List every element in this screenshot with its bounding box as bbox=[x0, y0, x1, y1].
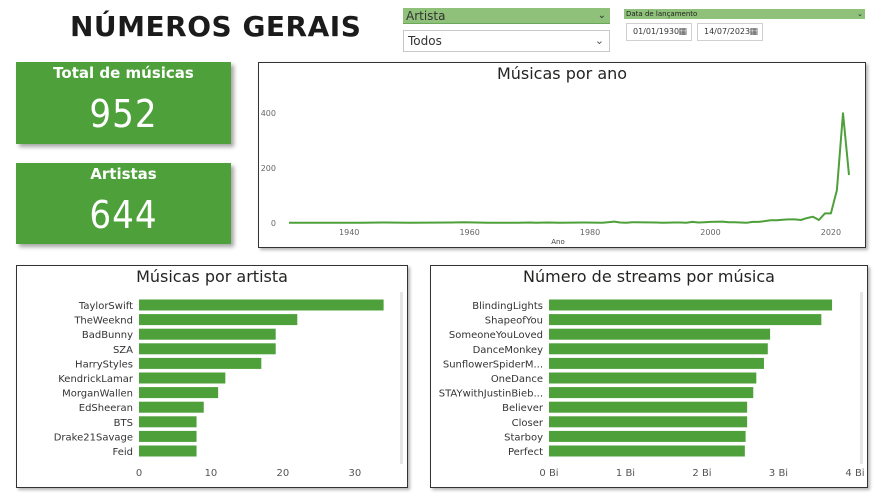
total-songs-card: Total de músicas 952 bbox=[16, 62, 231, 144]
category-label: SZA bbox=[113, 345, 133, 356]
category-label: Starboy bbox=[504, 432, 543, 443]
date-start-input[interactable]: 01/01/1930 ▦ bbox=[626, 23, 692, 41]
x-tick-label: 1 Bi bbox=[616, 468, 635, 479]
bar bbox=[139, 328, 276, 340]
bar bbox=[549, 328, 771, 340]
date-slicer-header[interactable]: Data de lançamento ⌄ bbox=[624, 9, 865, 19]
category-label: OneDance bbox=[491, 374, 543, 385]
category-label: TaylorSwift bbox=[78, 301, 133, 312]
x-tick-label: 1960 bbox=[459, 228, 479, 237]
artists-card: Artistas 644 bbox=[16, 163, 231, 244]
scrollbar bbox=[860, 292, 863, 464]
category-label: HarryStyles bbox=[75, 359, 133, 370]
songs-per-artist-panel: Músicas por artista TaylorSwift TheWeeknd… bbox=[16, 265, 408, 488]
bar bbox=[549, 401, 748, 413]
category-label: ShapeofYou bbox=[485, 316, 543, 327]
streams-per-song-chart: BlindingLights ShapeofYou SomeoneYouLoved D… bbox=[439, 292, 865, 479]
x-tick-label: 10 bbox=[205, 468, 218, 479]
x-tick-label: 0 Bi bbox=[539, 468, 558, 479]
bar bbox=[139, 430, 197, 442]
bar bbox=[549, 387, 754, 399]
y-tick-label: 200 bbox=[261, 164, 276, 173]
x-tick-label: 20 bbox=[277, 468, 290, 479]
songs-per-year-panel: Músicas por ano 0 200 400 1940 1960 1980 2000 2… bbox=[258, 62, 866, 248]
chevron-down-icon[interactable]: ⌄ bbox=[857, 9, 863, 19]
artists-value: 644 bbox=[89, 193, 158, 237]
category-label: TheWeeknd bbox=[73, 316, 133, 327]
category-label: BadBunny bbox=[82, 330, 133, 341]
bar bbox=[139, 416, 197, 428]
date-end-value: 14/07/2023 bbox=[704, 27, 751, 36]
artist-dropdown[interactable]: Todos ⌄ bbox=[403, 30, 610, 52]
bar bbox=[549, 299, 833, 311]
bar bbox=[139, 314, 298, 326]
category-label: EdSheeran bbox=[79, 403, 133, 414]
category-label: Believer bbox=[502, 403, 544, 414]
calendar-icon[interactable]: ▦ bbox=[749, 24, 758, 40]
bar bbox=[139, 299, 384, 311]
category-label: MorganWallen bbox=[62, 389, 133, 400]
songs-per-year-chart: 0 200 400 1940 1960 1980 2000 2020 Ano bbox=[261, 109, 850, 246]
x-tick-label: 2020 bbox=[821, 228, 841, 237]
bar bbox=[139, 445, 197, 457]
total-songs-value: 952 bbox=[89, 92, 158, 136]
category-label: STAYwithJustinBieb... bbox=[439, 389, 543, 400]
chevron-down-icon[interactable]: ⌄ bbox=[595, 31, 604, 51]
x-tick-label: 0 bbox=[136, 468, 142, 479]
x-tick-label: 3 Bi bbox=[769, 468, 788, 479]
category-label: Feid bbox=[113, 447, 133, 458]
bar bbox=[139, 387, 219, 399]
date-slicer-label: Data de lançamento bbox=[626, 10, 698, 18]
category-label: BlindingLights bbox=[472, 301, 543, 312]
chevron-down-icon[interactable]: ⌄ bbox=[598, 8, 606, 24]
x-tick-label: 2 Bi bbox=[692, 468, 711, 479]
x-tick-label: 30 bbox=[348, 468, 361, 479]
date-end-input[interactable]: 14/07/2023 ▦ bbox=[697, 23, 763, 41]
date-start-value: 01/01/1930 bbox=[633, 27, 680, 36]
bar bbox=[549, 416, 748, 428]
scrollbar bbox=[400, 292, 403, 464]
bar bbox=[549, 357, 764, 369]
artists-label: Artistas bbox=[90, 165, 157, 183]
category-label: SomeoneYouLoved bbox=[449, 330, 543, 341]
category-label: KendrickLamar bbox=[58, 374, 134, 385]
calendar-icon[interactable]: ▦ bbox=[678, 24, 687, 40]
x-tick-label: 4 Bi bbox=[845, 468, 864, 479]
category-label: Perfect bbox=[508, 447, 543, 458]
bar bbox=[139, 343, 276, 355]
y-tick-label: 400 bbox=[261, 109, 276, 118]
category-label: SunflowerSpiderM... bbox=[443, 359, 543, 370]
x-tick-label: 2000 bbox=[700, 228, 720, 237]
x-tick-label: 1940 bbox=[339, 228, 359, 237]
total-songs-label: Total de músicas bbox=[53, 64, 194, 82]
category-label: Closer bbox=[512, 418, 544, 429]
bar bbox=[139, 357, 262, 369]
streams-per-song-panel: Número de streams por música BlindingLig… bbox=[430, 265, 868, 488]
bar bbox=[139, 401, 204, 413]
y-tick-label: 0 bbox=[271, 219, 276, 228]
x-axis-label: Ano bbox=[551, 238, 565, 246]
bar bbox=[549, 445, 745, 457]
page-title: NÚMEROS GERAIS bbox=[70, 10, 362, 43]
bar bbox=[549, 372, 757, 384]
artist-slicer-header[interactable]: Artista ⌄ bbox=[403, 8, 610, 24]
x-tick-label: 1980 bbox=[580, 228, 600, 237]
bar bbox=[139, 372, 226, 384]
category-label: Drake21Savage bbox=[54, 432, 133, 443]
category-label: DanceMonkey bbox=[473, 345, 543, 356]
bar bbox=[549, 343, 768, 355]
artist-dropdown-value: Todos bbox=[408, 34, 442, 48]
category-label: BTS bbox=[114, 418, 133, 429]
series-line bbox=[289, 112, 850, 224]
songs-per-artist-chart: TaylorSwift TheWeeknd BadBunny SZA HarryStyl… bbox=[54, 292, 403, 479]
bar bbox=[549, 314, 822, 326]
bar bbox=[549, 430, 746, 442]
artist-slicer-label: Artista bbox=[406, 9, 446, 23]
